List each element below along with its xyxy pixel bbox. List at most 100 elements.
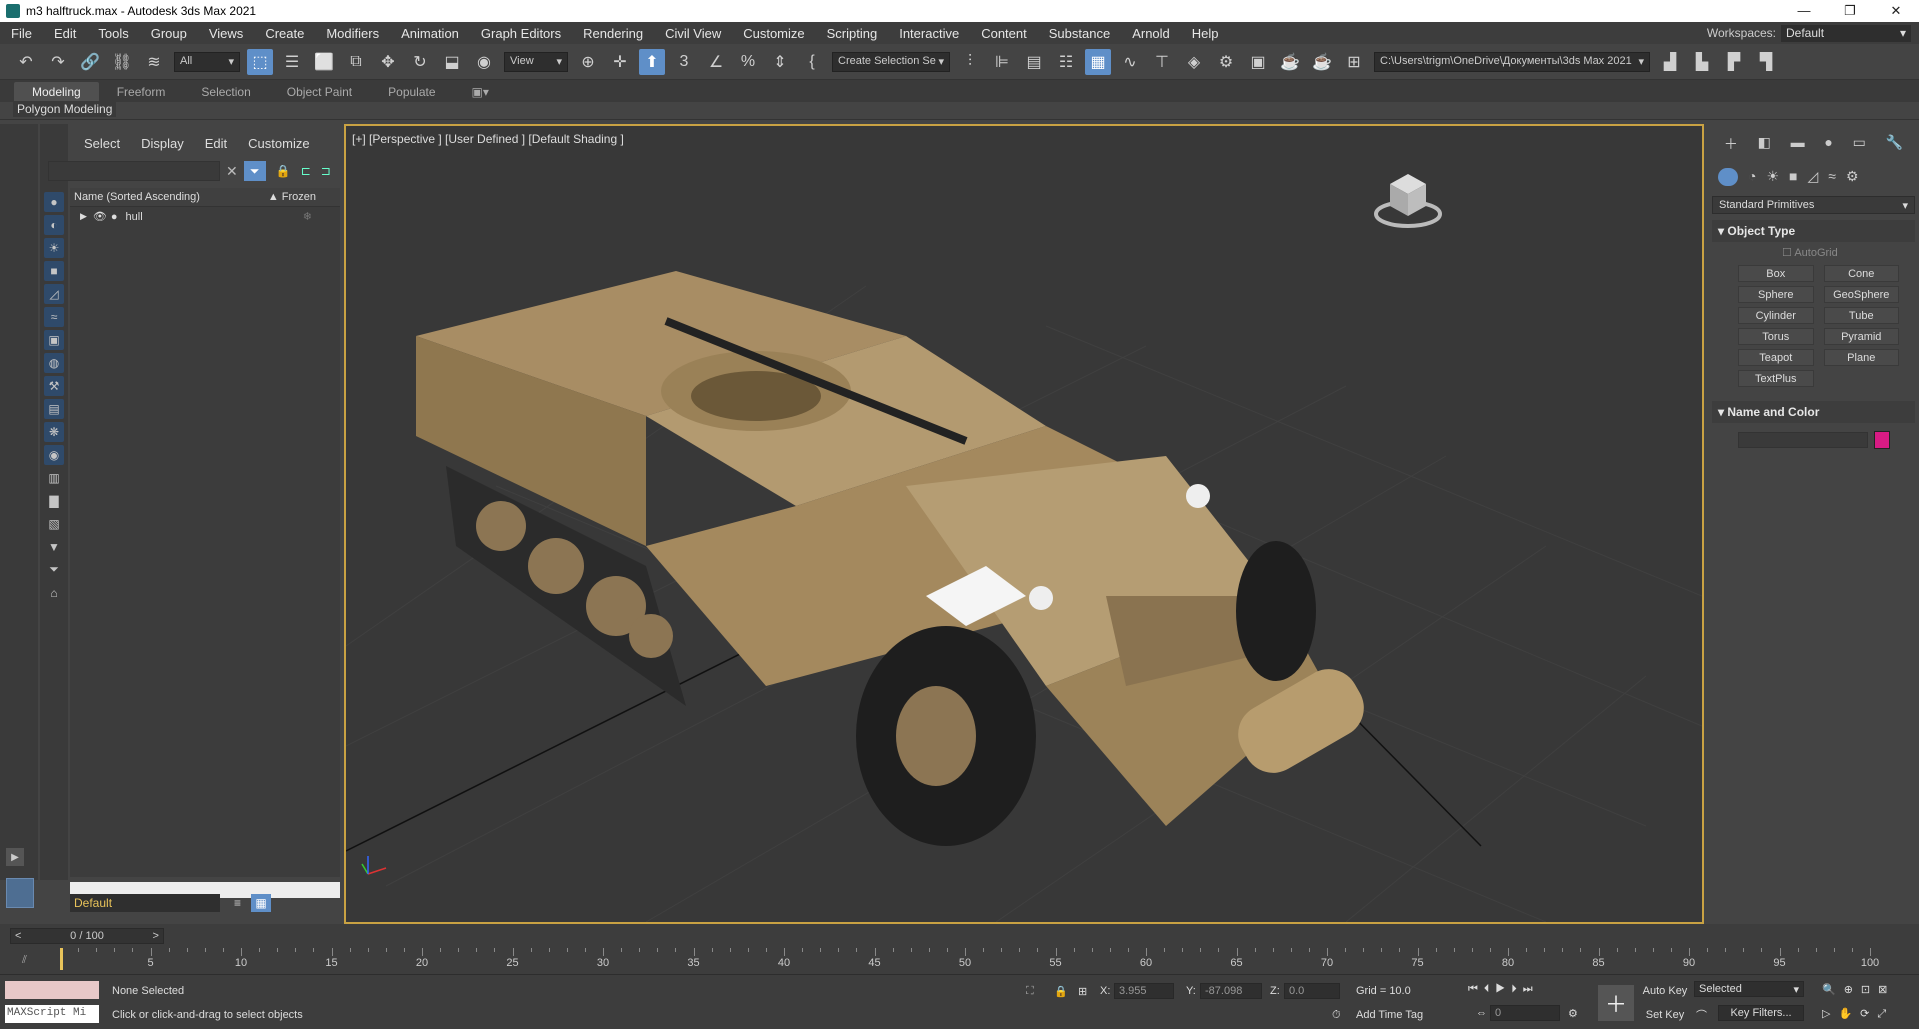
- funnel-icon[interactable]: ⏷: [44, 560, 64, 580]
- toggle-scene-explorer-icon[interactable]: ▤: [1021, 49, 1047, 75]
- scene-tab-display[interactable]: Display: [141, 136, 184, 151]
- display-helpers-icon[interactable]: ◿: [44, 283, 64, 304]
- menu-group[interactable]: Group: [140, 26, 198, 41]
- ribbon-options-icon[interactable]: ▣▾: [454, 82, 507, 102]
- hierarchy-panel-icon[interactable]: ▬: [1791, 134, 1805, 154]
- tab-selection[interactable]: Selection: [183, 82, 268, 102]
- textplus-button[interactable]: TextPlus: [1738, 370, 1814, 387]
- playback-controls[interactable]: ⏮⏴▶⏵⏭: [1468, 983, 1539, 996]
- selection-lock-icon[interactable]: 🔒: [1054, 985, 1068, 998]
- redo-icon[interactable]: ↷: [45, 49, 71, 75]
- object-color-swatch[interactable]: [1874, 431, 1890, 449]
- menu-customize[interactable]: Customize: [732, 26, 815, 41]
- expand-layouts-icon[interactable]: ▶: [6, 848, 24, 866]
- shapes-icon[interactable]: ◔: [1748, 168, 1756, 186]
- display-xrefs-icon[interactable]: ◍: [44, 352, 64, 373]
- layers-icon[interactable]: ≡: [234, 896, 241, 910]
- display-particles-icon[interactable]: ❋: [44, 421, 64, 442]
- display-bones-icon[interactable]: ⚒: [44, 375, 64, 396]
- autogrid-checkbox[interactable]: ☐ AutoGrid: [1708, 242, 1919, 259]
- menu-edit[interactable]: Edit: [43, 26, 87, 41]
- viewport-nav-icons[interactable]: 🔍⊕⊡⊠: [1822, 983, 1895, 996]
- add-time-tag-icon[interactable]: ⏱: [1332, 1009, 1341, 1022]
- window-crossing-icon[interactable]: ⧉: [343, 49, 369, 75]
- scene-tab-select[interactable]: Select: [84, 136, 120, 151]
- tab-modeling[interactable]: Modeling: [14, 82, 99, 102]
- key-mode-dropdown[interactable]: Selected ▾: [1694, 981, 1804, 997]
- menu-views[interactable]: Views: [198, 26, 254, 41]
- utilities-panel-icon[interactable]: 🔧: [1886, 134, 1903, 154]
- primitive-category-dropdown[interactable]: Standard Primitives ▾: [1712, 196, 1915, 214]
- list-item[interactable]: ▶ 👁 ● hull ❄: [70, 207, 340, 226]
- geosphere-button[interactable]: GeoSphere: [1823, 286, 1899, 303]
- key-mode-icon[interactable]: ⇔: [1476, 1007, 1487, 1019]
- display-containers-icon[interactable]: ▤: [44, 398, 64, 419]
- viewport-nav-icons-2[interactable]: ▷✋⟳⤢: [1822, 1007, 1894, 1021]
- layout-thumbnail[interactable]: [6, 878, 34, 908]
- sphere-button[interactable]: Sphere: [1738, 286, 1814, 303]
- unlink-icon[interactable]: ⛓: [109, 49, 135, 75]
- maxscript-listener[interactable]: [5, 981, 99, 999]
- space-warps-icon[interactable]: ≈: [1828, 168, 1836, 186]
- default-tangents-icon[interactable]: ⌒: [1696, 1007, 1707, 1023]
- absolute-mode-icon[interactable]: ⊞: [1078, 985, 1087, 998]
- minimize-icon[interactable]: —: [1781, 3, 1827, 19]
- project-path-dropdown[interactable]: C:\Users\trigm\OneDrive\Документы\3ds Ma…: [1374, 51, 1650, 72]
- keyboard-shortcut-toggle-icon[interactable]: ⬆: [639, 48, 665, 75]
- motion-panel-icon[interactable]: ●: [1824, 134, 1832, 154]
- workspace-dropdown[interactable]: Default ▾: [1781, 24, 1911, 42]
- project-settings-icon[interactable]: ▜: [1753, 49, 1779, 75]
- tube-button[interactable]: Tube: [1823, 307, 1899, 324]
- percent-snap-icon[interactable]: %: [735, 49, 761, 75]
- key-filters-button[interactable]: Key Filters...: [1718, 1005, 1804, 1021]
- auto-key-button[interactable]: Auto Key: [1642, 985, 1688, 997]
- move-icon[interactable]: ✥: [375, 49, 401, 75]
- display-cameras-icon[interactable]: ■: [44, 260, 64, 281]
- filter-icon[interactable]: ▼: [44, 537, 64, 557]
- maximize-icon[interactable]: ❐: [1827, 3, 1873, 19]
- close-icon[interactable]: ✕: [1873, 3, 1919, 19]
- scale-icon[interactable]: ⬓: [439, 49, 465, 75]
- x-coord-field[interactable]: 3.955: [1114, 983, 1174, 999]
- clear-search-icon[interactable]: ✕: [226, 163, 238, 180]
- tab-populate[interactable]: Populate: [370, 82, 453, 102]
- lock-icon[interactable]: 🔒: [276, 164, 291, 178]
- time-cursor[interactable]: [60, 948, 63, 970]
- display-all-icon[interactable]: ▇: [44, 491, 64, 511]
- sort-icon[interactable]: ▦: [251, 894, 272, 912]
- cylinder-button[interactable]: Cylinder: [1738, 307, 1814, 324]
- display-none-icon[interactable]: ▧: [44, 514, 64, 534]
- filter-toggle-icon[interactable]: ⏷: [243, 161, 266, 181]
- time-slider[interactable]: <0 / 100 >: [10, 928, 164, 944]
- render-setup-icon[interactable]: ⚙: [1213, 49, 1239, 75]
- named-selection-dropdown[interactable]: Create Selection Se ▾: [832, 51, 950, 72]
- track-bar[interactable]: 5 10 15 20 25 30 35 40 45 50 55 60 65 70 75 80 85 90 95 100: [60, 948, 1879, 974]
- menu-modifiers[interactable]: Modifiers: [315, 26, 390, 41]
- cone-button[interactable]: Cone: [1823, 265, 1899, 282]
- layer-dropdown[interactable]: Default: [70, 894, 220, 912]
- edit-named-sets-icon[interactable]: {: [799, 49, 825, 75]
- spinner-snap-icon[interactable]: ⇕: [767, 49, 793, 75]
- align-icon[interactable]: ⊫: [989, 49, 1015, 75]
- helpers-icon[interactable]: ◿: [1808, 168, 1819, 186]
- scene-search-input[interactable]: [48, 161, 220, 181]
- menu-create[interactable]: Create: [254, 26, 315, 41]
- geometry-icon[interactable]: [1718, 168, 1738, 186]
- time-config-icon[interactable]: ⚙: [1568, 1007, 1578, 1020]
- select-manipulate-icon[interactable]: ✛: [607, 49, 633, 75]
- lights-icon[interactable]: ☀: [1766, 168, 1779, 186]
- pivot-center-icon[interactable]: ⊕: [575, 49, 601, 75]
- tab-freeform[interactable]: Freeform: [99, 82, 184, 102]
- render-production-icon[interactable]: ☕: [1277, 49, 1303, 75]
- display-hidden-icon[interactable]: ◉: [44, 444, 64, 465]
- display-frozen-icon[interactable]: ▥: [44, 468, 64, 488]
- menu-file[interactable]: File: [0, 26, 43, 41]
- cameras-icon[interactable]: ■: [1789, 168, 1797, 186]
- menu-graph-editors[interactable]: Graph Editors: [470, 26, 572, 41]
- menu-scripting[interactable]: Scripting: [816, 26, 889, 41]
- menu-arnold[interactable]: Arnold: [1121, 26, 1181, 41]
- select-by-name-icon[interactable]: ☰: [279, 49, 305, 75]
- bind-space-warp-icon[interactable]: ≋: [141, 49, 167, 75]
- menu-help[interactable]: Help: [1181, 26, 1230, 41]
- angle-snap-icon[interactable]: ∠: [703, 49, 729, 75]
